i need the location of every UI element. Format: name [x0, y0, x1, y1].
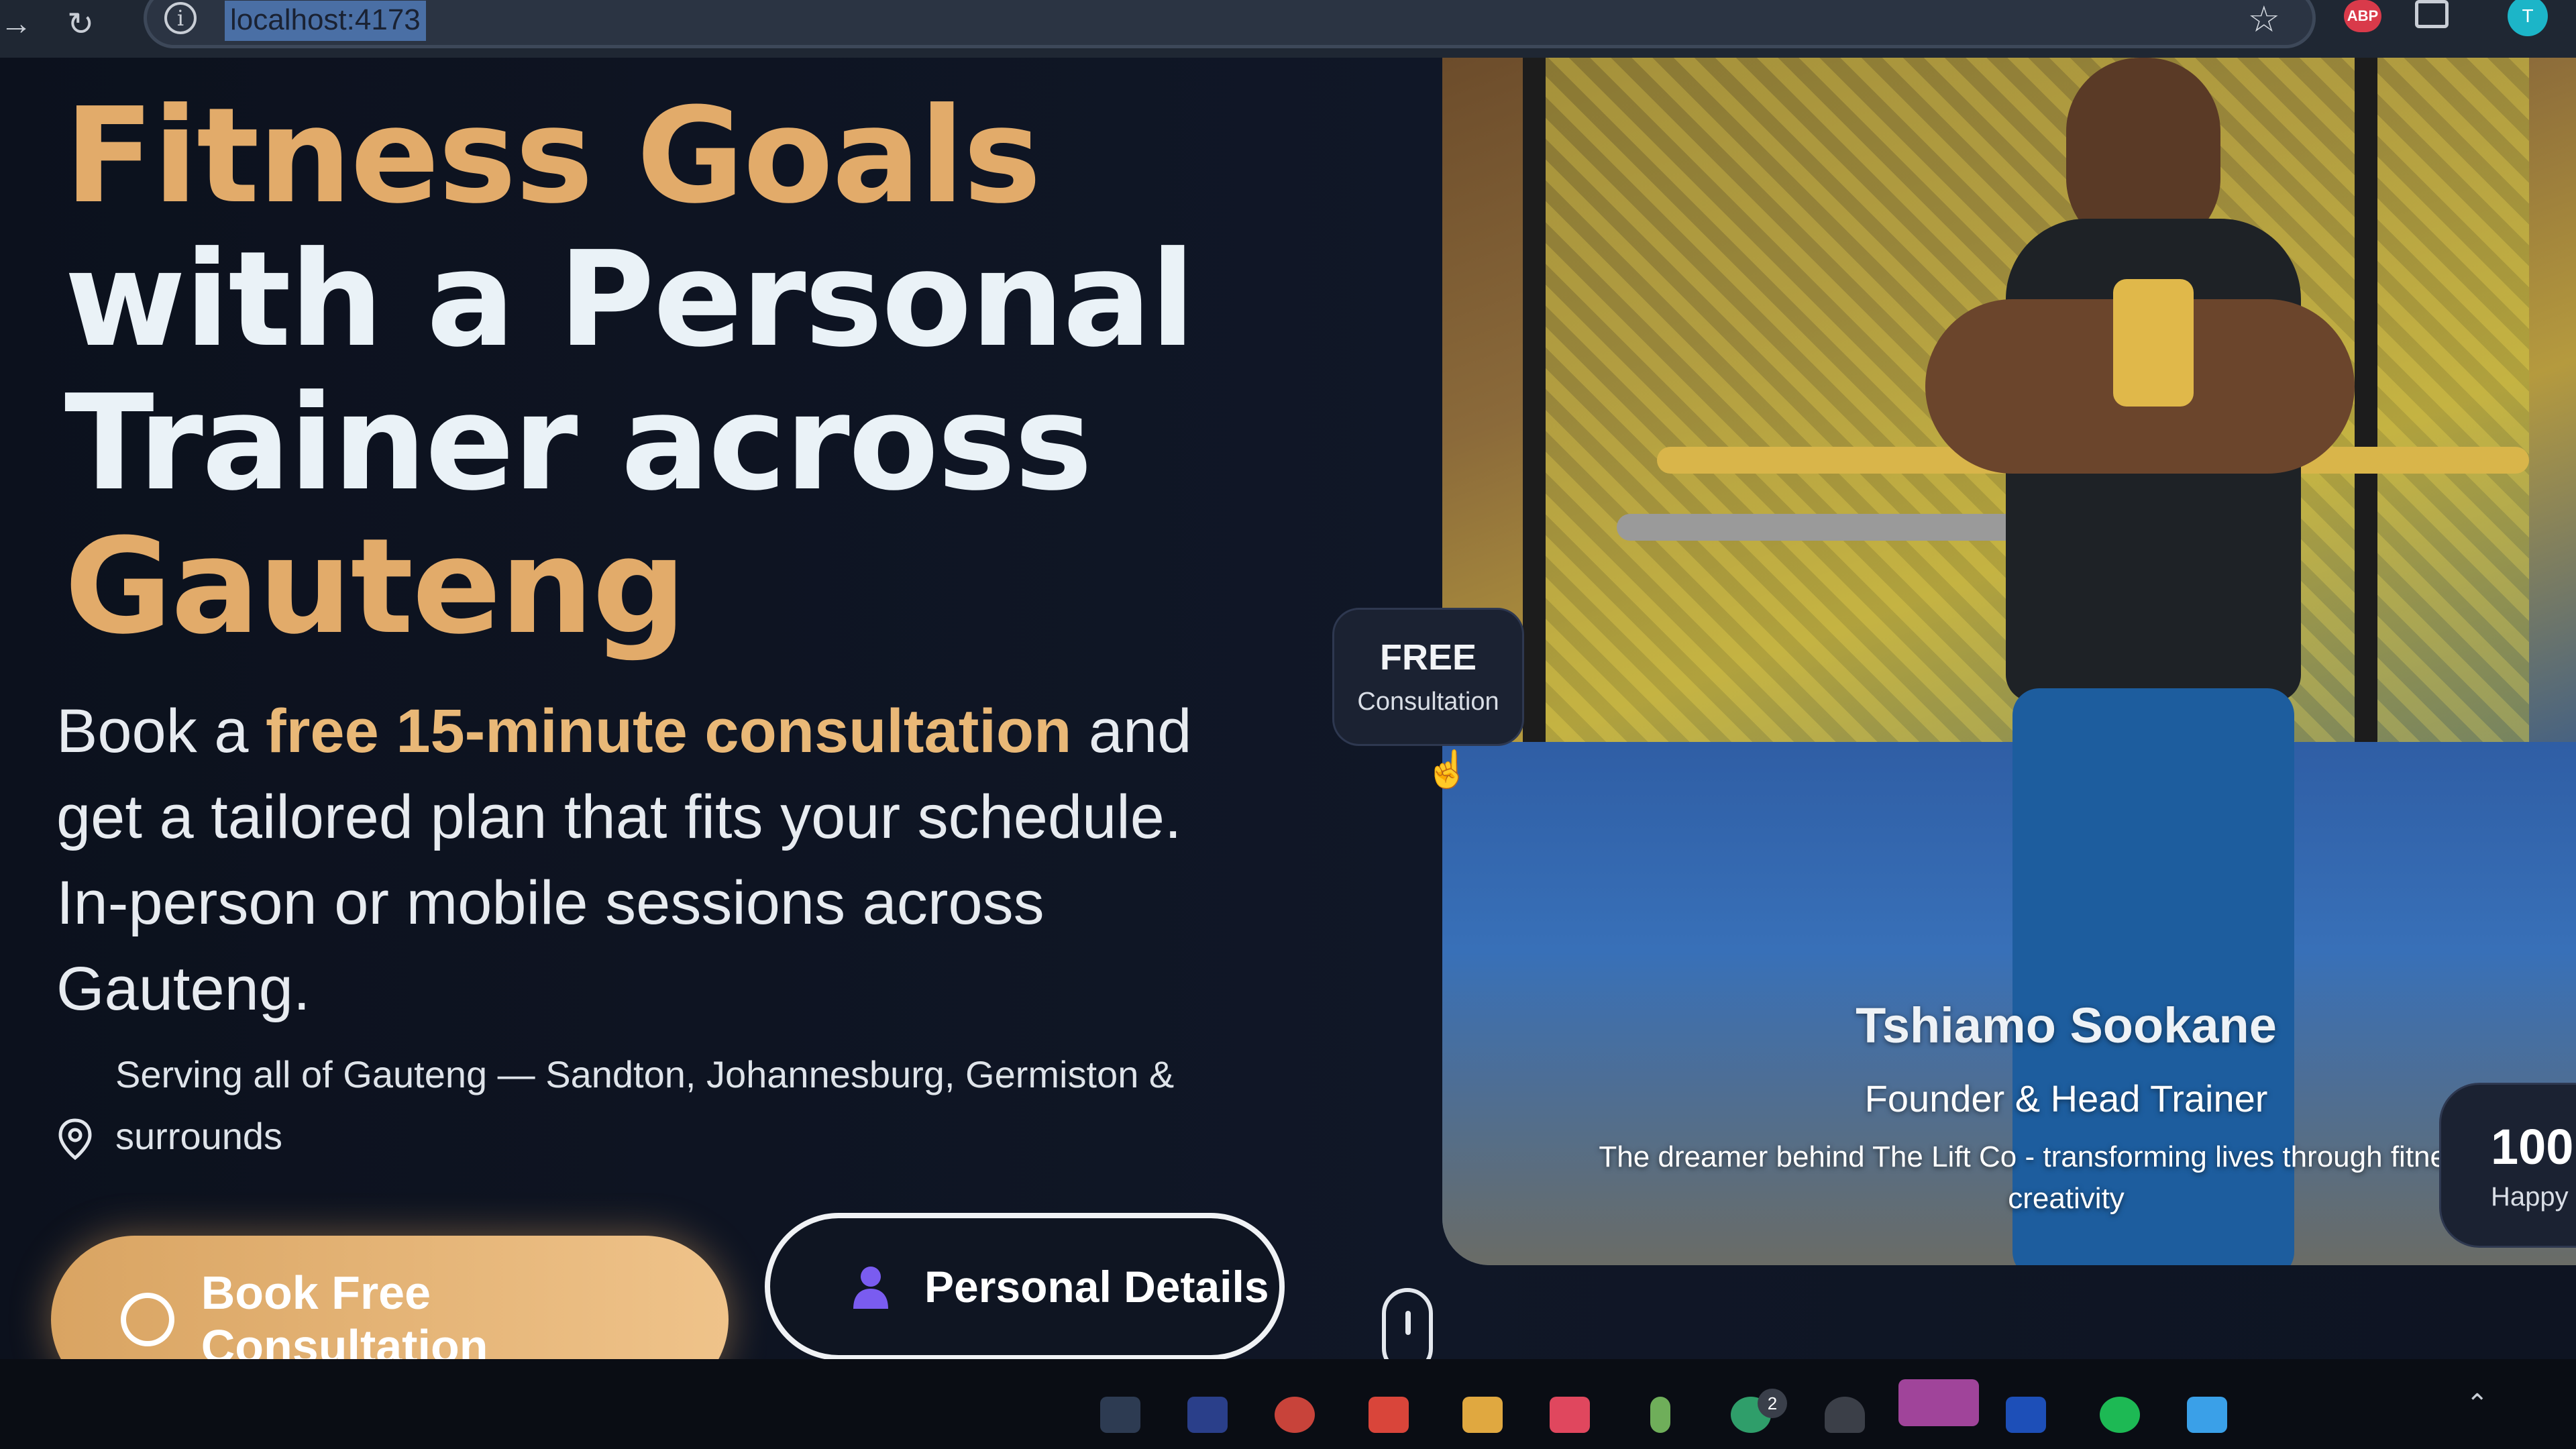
happy-clients-label: Happy Cl [2491, 1182, 2576, 1212]
taskbar-app-icon[interactable] [1898, 1379, 1979, 1426]
free-consultation-badge: FREE Consultation [1332, 608, 1524, 746]
gmail-icon[interactable] [1368, 1397, 1409, 1433]
service-area-text: Serving all of Gauteng — Sandton, Johann… [115, 1053, 1175, 1157]
free-badge-subtitle: Consultation [1357, 688, 1499, 716]
lead-prefix: Book a [56, 697, 266, 765]
bookmark-star-icon[interactable]: ☆ [2248, 0, 2280, 40]
hero-lead-text: Book a free 15-minute consultation and g… [56, 688, 1237, 1032]
scroll-mouse-icon[interactable] [1382, 1288, 1433, 1359]
user-icon [853, 1267, 888, 1309]
profile-avatar[interactable]: T [2508, 0, 2548, 36]
title-line-2: with a Personal [64, 223, 1195, 376]
os-taskbar: 2 ⌃ [0, 1359, 2576, 1449]
free-badge-title: FREE [1379, 637, 1477, 678]
book-consultation-label: Book Free Consultation [201, 1267, 488, 1359]
title-line-3: Trainer across [64, 367, 1093, 520]
url-text[interactable]: localhost:4173 [225, 1, 426, 41]
happy-clients-badge: 100 Happy Cl [2439, 1083, 2576, 1248]
happy-clients-number: 100 [2491, 1119, 2574, 1175]
hand-cursor-icon: ☝ [1425, 749, 1470, 790]
site-info-icon[interactable]: i [164, 2, 197, 34]
hero-title: Fitness Goals with a Personal Trainer ac… [64, 85, 1339, 659]
title-line-1: Fitness Goals [64, 80, 1041, 233]
book-consultation-button[interactable]: Book Free Consultation [51, 1236, 729, 1359]
notification-badge: 2 [1758, 1389, 1787, 1418]
tray-chevron-up-icon[interactable]: ⌃ [2466, 1389, 2489, 1419]
chat-bubble-icon [121, 1293, 174, 1346]
microphone-icon[interactable] [1650, 1397, 1670, 1433]
personal-details-button[interactable]: Personal Details [765, 1213, 1285, 1359]
trainer-description: The dreamer behind The Lift Co - transfo… [1599, 1140, 2534, 1215]
location-pin-icon [58, 1118, 92, 1161]
trainer-caption: Tshiamo Sookane Founder & Head Trainer T… [1563, 997, 2569, 1220]
scroll-wheel-dot [1405, 1311, 1411, 1335]
calendar-icon[interactable] [2006, 1397, 2046, 1433]
reload-icon[interactable]: ↻ [67, 5, 94, 43]
spotify-icon[interactable] [2100, 1397, 2140, 1433]
folder-icon[interactable] [1462, 1397, 1503, 1433]
music-icon[interactable] [1550, 1397, 1590, 1433]
lead-highlight: free 15-minute consultation [265, 697, 1072, 765]
trainer-photo-card: Tshiamo Sookane Founder & Head Trainer T… [1442, 58, 2576, 1265]
back-arrow-icon[interactable]: → [0, 5, 32, 42]
trainer-role: Founder & Head Trainer [1864, 1077, 2268, 1120]
chrome-icon[interactable] [1275, 1397, 1315, 1433]
browser-toolbar: → ↻ i localhost:4173 ☆ ABP T [0, 0, 2576, 58]
taskbar-app-icon[interactable] [1100, 1397, 1140, 1433]
notes-icon[interactable] [2187, 1397, 2227, 1433]
extensions-puzzle-icon[interactable] [2415, 0, 2449, 28]
trainer-phone [2113, 279, 2194, 407]
taskbar-app-icon[interactable] [1187, 1397, 1228, 1433]
title-line-4: Gauteng [64, 511, 686, 663]
trainer-name: Tshiamo Sookane [1856, 998, 2277, 1053]
adblock-extension-icon[interactable]: ABP [2344, 0, 2381, 32]
personal-details-label: Personal Details [924, 1262, 1269, 1311]
headphones-icon[interactable] [1825, 1397, 1865, 1433]
hero-section: Fitness Goals with a Personal Trainer ac… [0, 58, 2576, 1359]
address-bar[interactable]: i localhost:4173 ☆ [144, 0, 2316, 48]
